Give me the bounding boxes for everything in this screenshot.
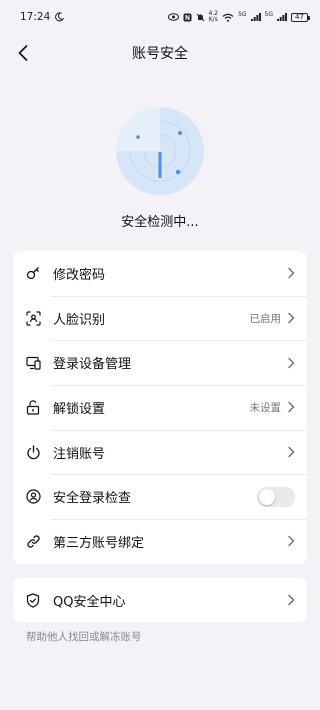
qq-security-card: QQ安全中心 [13, 578, 307, 622]
face-recognition-item[interactable]: 人脸识别 已启用 [13, 295, 307, 341]
chevron-right-icon [287, 401, 295, 413]
chevron-right-icon [287, 594, 295, 606]
power-icon [25, 444, 41, 460]
device-management-label: 登录设备管理 [53, 357, 132, 373]
signal-icon [277, 13, 287, 21]
nfc-icon [183, 13, 192, 21]
mute-bell-icon [196, 13, 204, 21]
settings-card: 修改密码 人脸识别 已启用 登录设备管理 解锁设置 未设置 注销账号 安全登录检… [13, 251, 307, 564]
deactivate-account-label: 注销账号 [53, 446, 106, 462]
status-time: 17:24 [20, 11, 51, 23]
third-party-binding-item[interactable]: 第三方账号绑定 [13, 519, 307, 564]
third-party-binding-label: 第三方账号绑定 [53, 535, 145, 551]
chevron-right-icon [287, 357, 295, 369]
radar-graphic [116, 107, 204, 195]
nav-bar: 账号安全 [0, 34, 320, 72]
devices-icon [25, 355, 41, 371]
back-button[interactable] [8, 38, 38, 68]
security-scan-radar [116, 107, 204, 195]
chevron-left-icon [18, 45, 28, 61]
user-shield-icon [25, 489, 41, 505]
eye-icon [167, 13, 179, 21]
qq-security-center-label: QQ安全中心 [53, 594, 126, 610]
chevron-right-icon [287, 312, 295, 324]
device-management-item[interactable]: 登录设备管理 [13, 340, 307, 385]
change-password-item[interactable]: 修改密码 [13, 251, 307, 296]
face-recognition-status: 已启用 [249, 312, 282, 325]
key-icon [25, 265, 41, 281]
page-title: 账号安全 [132, 46, 188, 62]
moon-icon [55, 12, 65, 22]
qq-security-center-item[interactable]: QQ安全中心 [13, 578, 307, 622]
net-speed: 4.2 K/s [208, 10, 219, 23]
battery-icon: 47 [291, 12, 310, 22]
link-icon [25, 533, 41, 549]
unlock-settings-item[interactable]: 解锁设置 未设置 [13, 385, 307, 430]
face-recognition-label: 人脸识别 [53, 312, 106, 328]
unlock-settings-label: 解锁设置 [53, 401, 106, 417]
scan-status-text: 安全检测中... [121, 215, 199, 230]
shield-check-icon [25, 592, 41, 608]
sim1-label: 5G [238, 11, 247, 18]
secure-login-check-toggle[interactable] [257, 486, 295, 507]
chevron-right-icon [287, 267, 295, 279]
status-bar: 17:24 4.2 K/s 5G 5G 47 [0, 0, 320, 34]
chevron-right-icon [287, 446, 295, 458]
secure-login-check-label: 安全登录检查 [53, 491, 132, 507]
toggle-knob [259, 488, 275, 505]
signal-icon [250, 13, 261, 21]
chevron-right-icon [287, 535, 295, 547]
deactivate-account-item[interactable]: 注销账号 [13, 429, 307, 475]
change-password-label: 修改密码 [53, 267, 106, 283]
secure-login-check-item: 安全登录检查 [13, 474, 307, 519]
unlock-icon [25, 399, 41, 415]
sim2-label: 5G [264, 11, 273, 18]
help-others-link[interactable]: 帮助他人找回或解冻账号 [26, 629, 142, 644]
face-scan-icon [25, 310, 41, 326]
unlock-settings-status: 未设置 [249, 401, 282, 414]
wifi-icon [222, 13, 234, 22]
